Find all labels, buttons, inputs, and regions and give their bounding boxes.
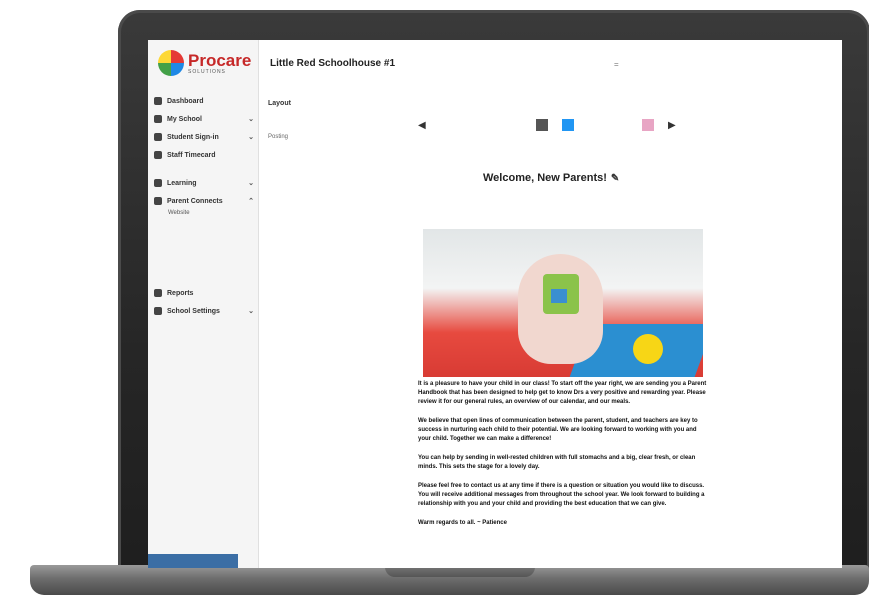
header-mark: = — [614, 60, 619, 69]
body-paragraph: Warm regards to all. ~ Patience — [418, 520, 507, 526]
layout-panel: Layout Posting — [258, 84, 388, 568]
arrow-left-icon[interactable]: ◀ — [418, 120, 428, 131]
sidebar-item-label: Dashboard — [167, 97, 204, 105]
logo-name: Procare — [188, 50, 252, 70]
parents-icon — [154, 197, 162, 205]
sign-in-icon — [154, 133, 162, 141]
timecard-icon — [154, 151, 162, 159]
app-screen: Procare SOLUTIONS Dashboard My School ⌄ … — [148, 40, 842, 568]
sidebar-item-student-sign-in[interactable]: Student Sign-in ⌄ — [154, 128, 254, 146]
reports-icon — [154, 289, 162, 297]
chevron-up-icon: ⌃ — [248, 198, 254, 205]
sidebar-item-label: Parent Connects — [167, 197, 223, 205]
sidebar-item-reports[interactable]: Reports — [154, 284, 254, 302]
body-paragraph: It is a pleasure to have your child in o… — [418, 381, 707, 405]
header: Little Red Schoolhouse #1 = — [258, 40, 842, 84]
sidebar-item-label: Reports — [167, 289, 194, 297]
body-paragraph: You can help by sending in well-rested c… — [418, 455, 696, 470]
settings-icon — [154, 307, 162, 315]
logo-tagline: SOLUTIONS — [188, 68, 226, 75]
dashboard-icon — [154, 97, 162, 105]
sidebar-footer[interactable] — [148, 554, 238, 568]
arrow-right-icon[interactable]: ▶ — [668, 120, 678, 131]
sidebar-item-my-school[interactable]: My School ⌄ — [154, 110, 254, 128]
edit-icon[interactable]: ✎ — [611, 173, 619, 184]
swatch-carousel: ◀ ▶ — [418, 119, 678, 131]
website-preview: ◀ ▶ Welcome, New Parents! ✎ It is a pleas… — [388, 84, 842, 568]
sidebar-item-label: School Settings — [167, 307, 220, 315]
procare-logo-icon — [158, 50, 184, 76]
welcome-body: It is a pleasure to have your child in o… — [418, 380, 708, 538]
chevron-down-icon: ⌄ — [248, 180, 254, 187]
sidebar-item-label: My School — [167, 115, 203, 123]
school-icon — [154, 115, 162, 123]
sidebar-item-dashboard[interactable]: Dashboard — [154, 92, 254, 110]
sidebar-item-staff-timecard[interactable]: Staff Timecard — [154, 146, 254, 164]
procare-logo[interactable]: Procare SOLUTIONS — [158, 50, 251, 76]
sidebar-item-learning[interactable]: Learning ⌄ — [154, 174, 254, 192]
sidebar-item-label: Learning — [167, 179, 197, 187]
sidebar-item-parent-connects[interactable]: Parent Connects ⌃ — [154, 192, 254, 210]
color-swatch[interactable] — [642, 119, 654, 131]
sidebar-nav: Dashboard My School ⌄ Student Sign-in ⌄ … — [154, 92, 254, 320]
school-name[interactable]: Little Red Schoolhouse #1 — [270, 58, 395, 69]
chevron-down-icon: ⌄ — [248, 116, 254, 123]
color-swatch[interactable] — [536, 119, 548, 131]
chevron-down-icon: ⌄ — [248, 134, 254, 141]
sidebar-subitem-website[interactable]: Website — [154, 210, 254, 222]
welcome-heading: Welcome, New Parents! ✎ — [483, 172, 619, 184]
sidebar-item-school-settings[interactable]: School Settings ⌄ — [154, 302, 254, 320]
body-paragraph: Please feel free to contact us at any ti… — [418, 483, 705, 507]
welcome-photo — [423, 229, 703, 377]
posting-item[interactable]: Posting — [268, 134, 288, 140]
welcome-title: Welcome, New Parents! — [483, 172, 607, 184]
sidebar-item-label: Student Sign-in — [167, 133, 219, 141]
sidebar-item-label: Staff Timecard — [167, 151, 216, 159]
layout-label: Layout — [268, 100, 291, 107]
chevron-down-icon: ⌄ — [248, 308, 254, 315]
sidebar: Procare SOLUTIONS Dashboard My School ⌄ … — [148, 40, 259, 568]
body-paragraph: We believe that open lines of communicat… — [418, 418, 698, 442]
color-swatch[interactable] — [562, 119, 574, 131]
learning-icon — [154, 179, 162, 187]
